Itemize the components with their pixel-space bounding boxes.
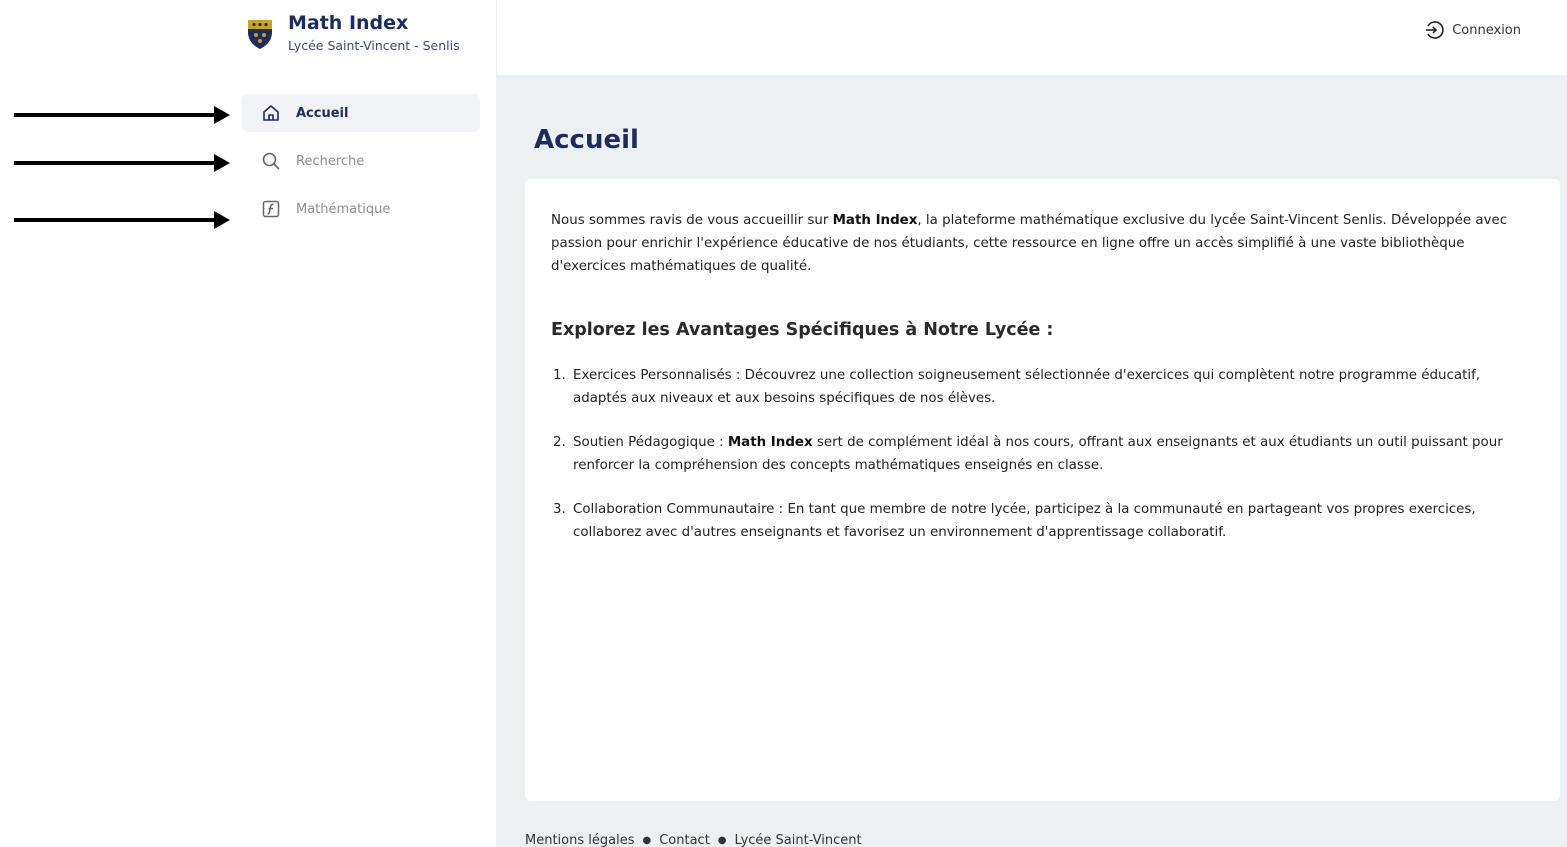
page-title: Accueil xyxy=(534,125,639,155)
app-title: Math Index xyxy=(288,12,409,34)
sidebar-item-recherche[interactable]: Recherche xyxy=(242,142,480,180)
footer-link-lycee[interactable]: Lycée Saint-Vincent xyxy=(735,833,862,847)
top-header: Connexion xyxy=(496,0,1567,75)
list-text-before: Collaboration Communautaire : En tant qu… xyxy=(573,502,1476,540)
sidebar-item-label: Recherche xyxy=(296,153,365,169)
intro-brand-bold: Math Index xyxy=(832,213,918,228)
list-item: 2. Soutien Pédagogique : Math Index sert… xyxy=(553,431,1534,477)
footer-separator: ● xyxy=(717,835,727,846)
annotation-arrow-mathematique xyxy=(14,208,230,232)
annotation-arrow-accueil xyxy=(14,103,230,127)
function-icon xyxy=(260,198,282,220)
sidebar: Math Index Lycée Saint-Vincent - Senlis … xyxy=(236,0,496,847)
list-number: 1. xyxy=(553,368,566,383)
list-text-bold: Math Index xyxy=(727,435,813,450)
intro-text-before: Nous sommes ravis de vous accueillir sur xyxy=(551,213,833,228)
login-button[interactable]: Connexion xyxy=(1424,20,1521,40)
sidebar-item-accueil[interactable]: Accueil xyxy=(242,94,480,132)
content-card: Nous sommes ravis de vous accueillir sur… xyxy=(525,179,1560,801)
list-number: 2. xyxy=(553,435,566,450)
school-crest-icon xyxy=(248,20,272,49)
login-label: Connexion xyxy=(1452,22,1521,38)
intro-paragraph: Nous sommes ravis de vous accueillir sur… xyxy=(551,209,1534,278)
footer-link-contact[interactable]: Contact xyxy=(659,833,710,847)
login-icon xyxy=(1426,21,1444,39)
list-number: 3. xyxy=(553,502,566,517)
main-content: Accueil Nous sommes ravis de vous accuei… xyxy=(496,75,1567,847)
footer: Mentions légales ● Contact ● Lycée Saint… xyxy=(525,833,862,847)
home-icon xyxy=(260,102,282,124)
sidebar-item-label: Mathématique xyxy=(296,201,391,217)
list-item: 1. Exercices Personnalisés : Découvrez u… xyxy=(553,364,1534,410)
list-text: Soutien Pédagogique : Math Index sert de… xyxy=(573,431,1534,477)
sidebar-item-mathematique[interactable]: Mathématique xyxy=(242,190,480,228)
advantages-list: 1. Exercices Personnalisés : Découvrez u… xyxy=(551,364,1534,544)
sidebar-item-label: Accueil xyxy=(296,105,349,121)
app-subtitle: Lycée Saint-Vincent - Senlis xyxy=(288,38,460,53)
search-icon xyxy=(260,150,282,172)
list-item: 3. Collaboration Communautaire : En tant… xyxy=(553,498,1534,544)
section-title: Explorez les Avantages Spécifiques à Not… xyxy=(551,320,1054,340)
annotation-arrow-recherche xyxy=(14,151,230,175)
sidebar-nav: Accueil Recherche Mathématique xyxy=(242,94,480,238)
footer-link-mentions[interactable]: Mentions légales xyxy=(525,833,634,847)
list-text: Collaboration Communautaire : En tant qu… xyxy=(573,498,1534,544)
brand[interactable]: Math Index Lycée Saint-Vincent - Senlis xyxy=(246,12,460,53)
footer-separator: ● xyxy=(642,835,652,846)
list-text-before: Exercices Personnalisés : Découvrez une … xyxy=(573,368,1481,406)
list-text-before: Soutien Pédagogique : xyxy=(573,435,728,450)
list-text: Exercices Personnalisés : Découvrez une … xyxy=(573,364,1534,410)
